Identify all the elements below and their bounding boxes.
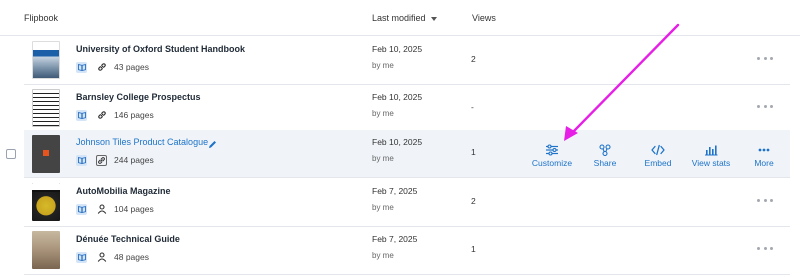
flipbook-meta: 48 pages — [76, 251, 149, 263]
link-icon — [96, 154, 107, 166]
column-header-last-modified-label: Last modified — [372, 13, 426, 23]
sliders-icon — [545, 143, 559, 156]
more-options-icon[interactable] — [757, 53, 773, 63]
flipbook-thumbnail[interactable] — [32, 183, 60, 221]
view-count: 1 — [471, 147, 476, 157]
flipbook-title[interactable]: AutoMobilia Magazine — [76, 186, 171, 196]
page-count: 43 pages — [114, 62, 149, 72]
more-label: More — [754, 158, 774, 168]
link-icon — [96, 110, 107, 121]
flipbook-type-icon — [76, 251, 87, 263]
page-count: 146 pages — [114, 110, 154, 120]
modified-by: by me — [372, 154, 394, 163]
view-count: 2 — [471, 196, 476, 206]
person-icon — [96, 204, 107, 215]
flipbook-title[interactable]: University of Oxford Student Handbook — [76, 44, 245, 54]
bar-chart-icon — [704, 143, 718, 156]
modified-by: by me — [372, 109, 394, 118]
modified-date: Feb 7, 2025 — [372, 234, 418, 244]
more-options-icon[interactable] — [757, 243, 773, 253]
modified-date: Feb 10, 2025 — [372, 44, 423, 54]
more-options-icon[interactable] — [757, 101, 773, 111]
link-icon — [96, 62, 107, 73]
ellipsis-icon — [757, 143, 771, 155]
modified-date: Feb 10, 2025 — [372, 137, 423, 147]
table-row-active[interactable]: Johnson Tiles Product Catalogue 244 page… — [6, 130, 792, 178]
customize-button[interactable]: Customize — [524, 143, 580, 168]
table-row[interactable]: Dénuée Technical Guide 48 pages Feb 7, 2… — [24, 227, 790, 275]
flipbook-meta: 43 pages — [76, 61, 149, 73]
flipbook-title[interactable]: Dénuée Technical Guide — [76, 234, 180, 244]
flipbook-type-icon — [76, 61, 87, 73]
flipbook-title[interactable]: Johnson Tiles Product Catalogue — [76, 137, 208, 147]
modified-date: Feb 10, 2025 — [372, 92, 423, 102]
share-button[interactable]: Share — [577, 143, 633, 168]
flipbook-type-icon — [76, 109, 87, 121]
view-count: 2 — [471, 54, 476, 64]
flipbook-meta: 146 pages — [76, 109, 154, 121]
modified-by: by me — [372, 251, 394, 260]
more-options-icon[interactable] — [757, 195, 773, 205]
sort-desc-icon — [430, 16, 437, 21]
column-header-views: Views — [472, 13, 496, 23]
table-row[interactable]: University of Oxford Student Handbook 43… — [24, 37, 790, 85]
table-row[interactable]: Barnsley College Prospectus 146 pages Fe… — [24, 85, 790, 133]
flipbook-type-icon — [76, 203, 87, 215]
view-count: - — [471, 102, 474, 112]
flipbook-title[interactable]: Barnsley College Prospectus — [76, 92, 201, 102]
page-count: 48 pages — [114, 252, 149, 262]
view-count: 1 — [471, 244, 476, 254]
view-stats-button[interactable]: View stats — [683, 143, 739, 168]
more-button[interactable]: More — [736, 143, 792, 168]
view-stats-label: View stats — [691, 158, 731, 168]
page-count: 244 pages — [114, 155, 154, 165]
flipbook-type-icon — [76, 154, 87, 166]
column-header-last-modified[interactable]: Last modified — [372, 13, 437, 23]
code-icon — [651, 143, 665, 156]
modified-date: Feb 7, 2025 — [372, 186, 418, 196]
table-row[interactable]: AutoMobilia Magazine 104 pages Feb 7, 20… — [24, 179, 790, 227]
page-count: 104 pages — [114, 204, 154, 214]
flipbook-thumbnail[interactable] — [32, 135, 60, 173]
share-label: Share — [593, 158, 617, 168]
modified-by: by me — [372, 61, 394, 70]
flipbook-thumbnail[interactable] — [32, 231, 60, 269]
flipbook-meta: 104 pages — [76, 203, 154, 215]
embed-button[interactable]: Embed — [630, 143, 686, 168]
embed-label: Embed — [644, 158, 672, 168]
flipbook-thumbnail[interactable] — [32, 41, 60, 79]
edit-title-icon[interactable] — [208, 136, 217, 148]
person-icon — [96, 252, 107, 263]
row-checkbox[interactable] — [6, 149, 16, 159]
flipbook-thumbnail[interactable] — [32, 89, 60, 127]
flipbook-meta: 244 pages — [76, 154, 154, 166]
table-header: Flipbook Last modified Views — [0, 0, 800, 36]
customize-label: Customize — [531, 158, 573, 168]
modified-by: by me — [372, 203, 394, 212]
column-header-flipbook: Flipbook — [24, 13, 59, 23]
share-icon — [598, 143, 612, 157]
